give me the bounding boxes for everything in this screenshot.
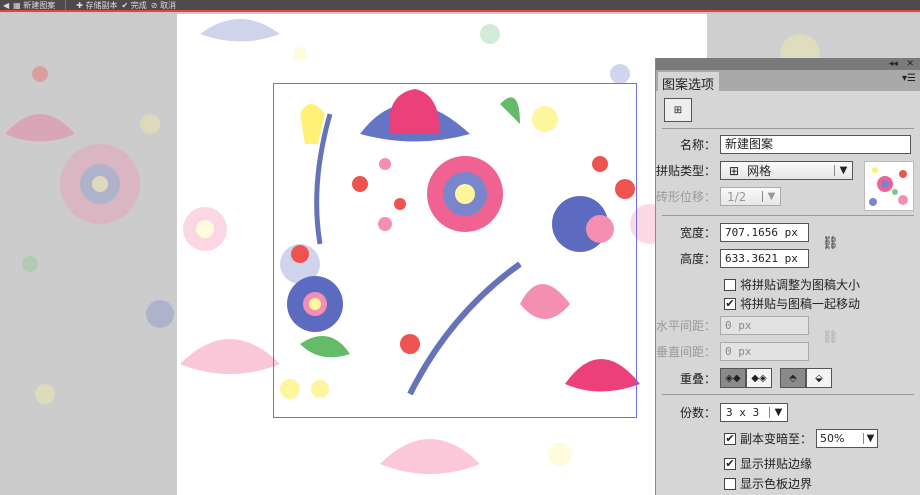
dim-copies-label: 副本变暗至： — [740, 432, 813, 446]
brick-offset-select[interactable]: 1/2 ▼ — [720, 187, 781, 206]
overlap-right-front-button[interactable]: ◆◈ — [746, 368, 772, 388]
tab-pattern-options[interactable]: 图案选项 — [658, 72, 719, 93]
panel-tabs: 图案选项 ▾☰ — [656, 70, 920, 93]
size-tile-checkbox[interactable] — [724, 278, 736, 291]
tile-bounds[interactable] — [273, 83, 637, 418]
move-tile-label: 将拼贴与图稿一起移动 — [740, 297, 861, 311]
height-label: 高度： — [679, 252, 716, 266]
copies-select[interactable]: 3 x 3 ▼ — [720, 403, 788, 422]
tile-type-value: 网格 — [747, 164, 772, 178]
done-label: 完成 — [130, 0, 147, 10]
divider — [662, 394, 914, 395]
pattern-tile-tool-button[interactable]: ⊞ — [664, 98, 692, 122]
overlap-top-front-button[interactable]: ⬘ — [780, 368, 806, 388]
h-spacing-label: 水平间距： — [656, 319, 717, 333]
copies-value: 3 x 3 — [726, 406, 760, 419]
divider — [65, 0, 67, 10]
width-label: 宽度： — [679, 226, 716, 240]
tile-type-select[interactable]: ⊞ 网格 ▼ — [720, 161, 853, 180]
close-icon[interactable]: ✕ — [906, 59, 914, 69]
arrow-left-icon[interactable]: ◀ — [3, 1, 9, 10]
link-dimensions-icon[interactable]: ⛓ — [822, 236, 839, 251]
size-tile-label: 将拼贴调整为图稿大小 — [740, 278, 861, 292]
overlap-left-front-button[interactable]: ◈◆ — [720, 368, 746, 388]
overlap-label: 重叠： — [679, 371, 716, 386]
name-label: 名称： — [679, 138, 716, 152]
done-button[interactable]: ✔ 完成 — [122, 0, 147, 11]
show-tile-edge-label: 显示拼贴边缘 — [740, 457, 813, 471]
collapse-icon[interactable]: ◂◂ — [889, 59, 898, 69]
v-spacing-input[interactable]: 0 px — [720, 342, 809, 361]
v-spacing-label: 垂直间距： — [656, 345, 717, 359]
save-copy-button[interactable]: ✚ 存储副本 — [76, 0, 117, 11]
chevron-down-icon: ▼ — [762, 191, 780, 202]
chevron-down-icon: ▼ — [863, 433, 877, 444]
new-pattern-button[interactable]: ▦ 新建图案 — [13, 0, 55, 11]
dim-value-select[interactable]: 50% ▼ — [816, 429, 879, 448]
dim-copies-checkbox[interactable]: ✔ — [724, 432, 736, 445]
cancel-button[interactable]: ⊘ 取消 — [151, 0, 176, 11]
h-spacing-input[interactable]: 0 px — [720, 316, 809, 335]
name-input[interactable]: 新建图案 — [720, 135, 911, 154]
show-tile-edge-checkbox[interactable]: ✔ — [724, 457, 736, 470]
show-swatch-bounds-checkbox[interactable] — [724, 477, 736, 490]
save-copy-label: 存储副本 — [85, 0, 118, 10]
pattern-options-panel: ◂◂ ✕ 图案选项 ▾☰ ⊞ 名称： 新建图案 拼贴类型： ⊞ 网格 ▼ 砖形位移： 1/… — [655, 58, 920, 495]
tile-tool-icon: ⊞ — [673, 104, 683, 116]
divider — [662, 215, 914, 216]
panel-header: ◂◂ ✕ — [656, 58, 920, 70]
new-pattern-label: 新建图案 — [23, 0, 56, 10]
width-input[interactable]: 707.1656 px — [720, 223, 809, 242]
dim-value: 50% — [820, 432, 845, 445]
chevron-down-icon: ▼ — [834, 165, 852, 176]
show-swatch-bounds-label: 显示色板边界 — [740, 477, 813, 491]
height-input[interactable]: 633.3621 px — [720, 249, 809, 268]
brick-offset-label: 砖形位移： — [656, 190, 717, 204]
divider — [662, 128, 914, 129]
chevron-down-icon: ▼ — [769, 407, 787, 418]
grid-icon: ⊞ — [729, 163, 740, 178]
brick-offset-value: 1/2 — [727, 189, 747, 204]
swatch-preview — [864, 161, 914, 211]
copies-label: 份数： — [679, 406, 716, 420]
pattern-edit-bar: ◀ ▦ 新建图案 ✚ 存储副本 ✔ 完成 ⊘ 取消 — [0, 0, 920, 12]
cancel-label: 取消 — [160, 0, 177, 10]
overlap-bottom-front-button[interactable]: ⬙ — [806, 368, 832, 388]
tile-type-label: 拼贴类型： — [656, 164, 717, 178]
link-spacing-icon[interactable]: ⛓ — [822, 330, 839, 345]
panel-menu-icon[interactable]: ▾☰ — [902, 73, 916, 84]
move-tile-checkbox[interactable]: ✔ — [724, 297, 736, 310]
